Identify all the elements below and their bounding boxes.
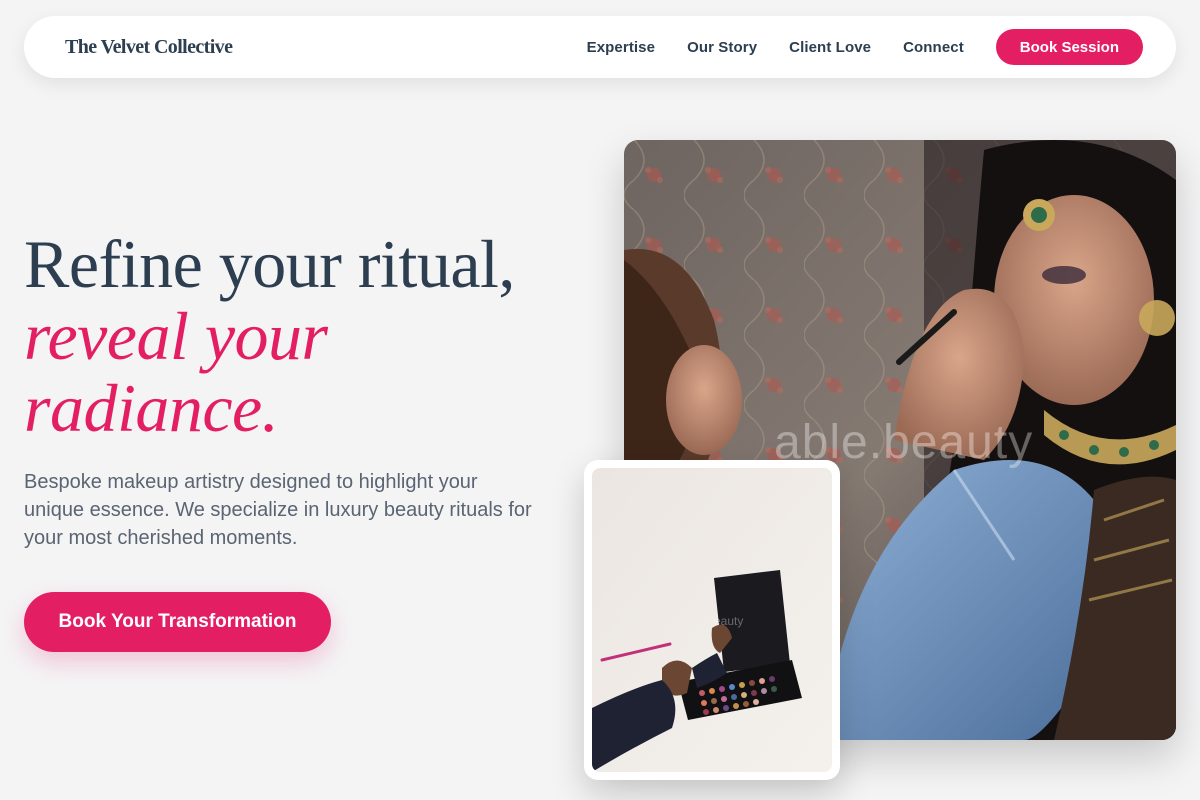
nav-link-our-story[interactable]: Our Story [687,39,757,56]
nav-link-expertise[interactable]: Expertise [587,39,655,56]
hero-headline: Refine your ritual, reveal your radiance… [24,228,604,444]
palette-photo: eauty [592,468,832,772]
brand-logo[interactable]: The Velvet Collective [65,36,233,59]
book-transformation-button[interactable]: Book Your Transformation [24,592,331,652]
secondary-photo-card: eauty [584,460,840,780]
eyeshadow-palette-photo [592,468,832,772]
headline-line-3: radiance. [24,370,279,446]
nav-links: Expertise Our Story Client Love Connect [587,39,964,56]
top-navigation: The Velvet Collective Expertise Our Stor… [24,16,1176,78]
headline-line-1: Refine your ritual, [24,226,515,302]
palette-photo-watermark: eauty [714,614,744,628]
book-session-button[interactable]: Book Session [995,29,1143,65]
headline-line-2: reveal your [24,298,328,374]
nav-link-connect[interactable]: Connect [903,39,964,56]
nav-link-client-love[interactable]: Client Love [789,39,871,56]
hero-description: Bespoke makeup artistry designed to high… [24,471,532,549]
